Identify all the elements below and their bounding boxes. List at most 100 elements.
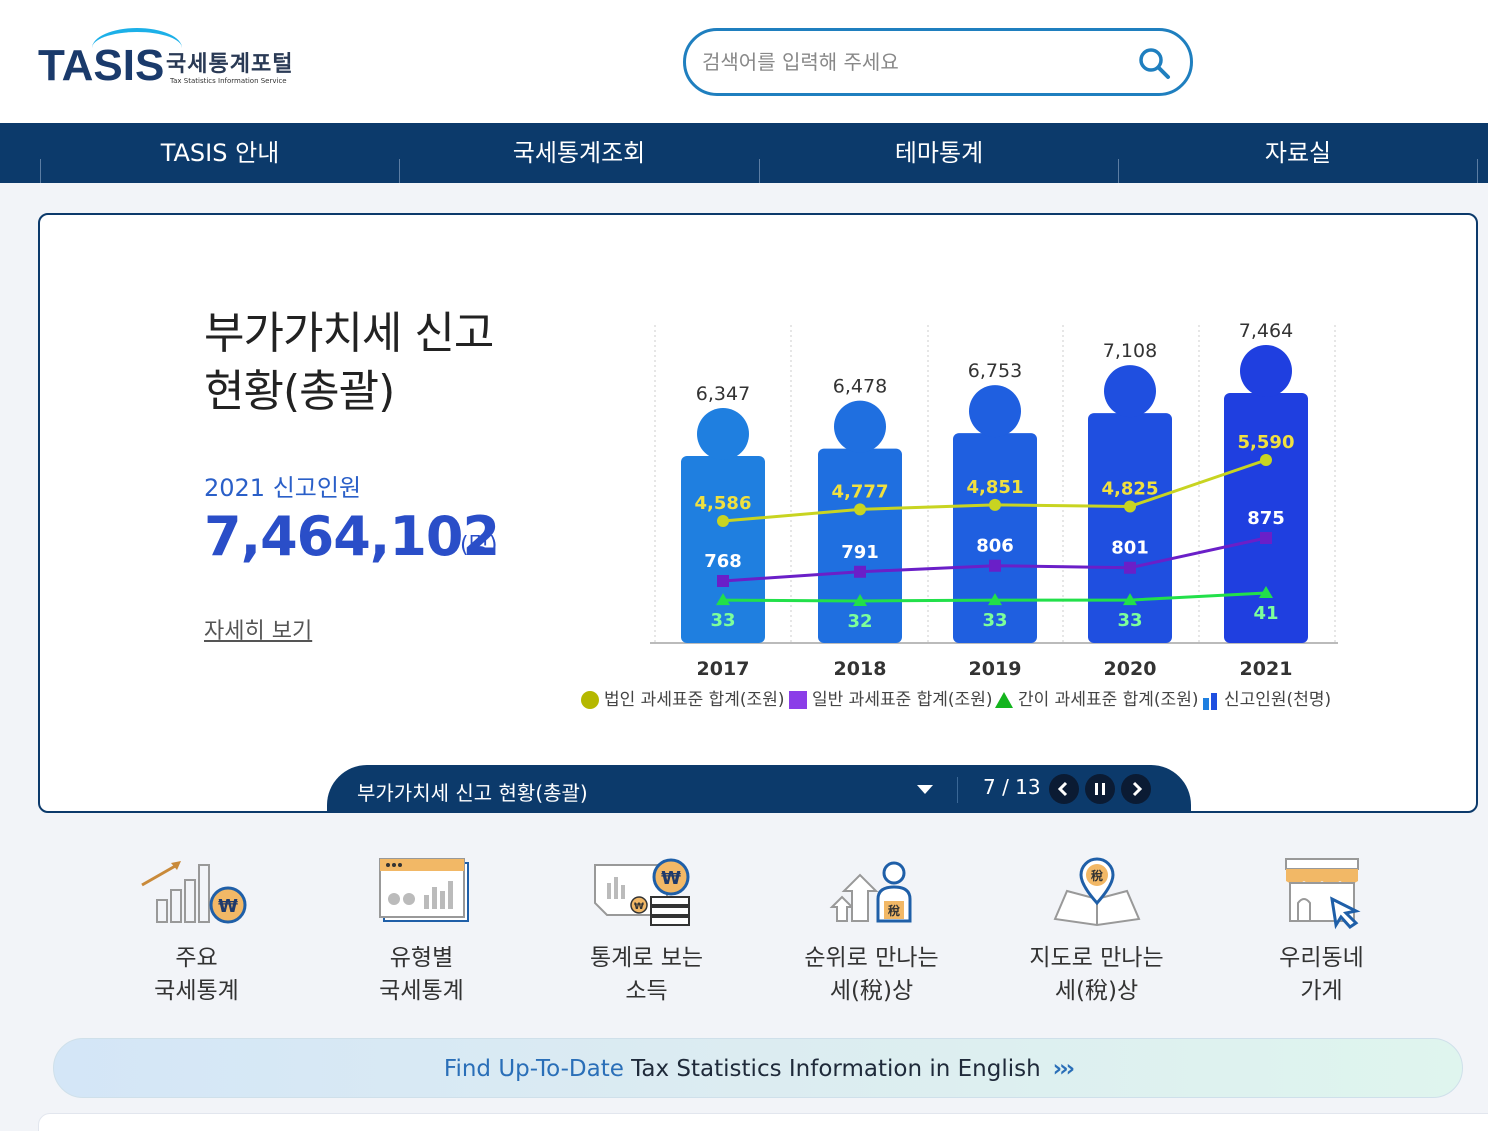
bar-head-2020 xyxy=(1104,365,1156,418)
slide-title[interactable]: 부가가치세 신고 현황(총괄) xyxy=(357,777,588,806)
data-label: 41 xyxy=(1253,603,1278,624)
search-box xyxy=(683,28,1193,96)
pause-icon xyxy=(1095,783,1105,795)
bar-head-2018 xyxy=(834,400,886,453)
english-info-link[interactable]: Find Up-To-Date Tax Statistics Informati… xyxy=(53,1038,1463,1098)
logo-kr-text: 국세통계포털 xyxy=(166,52,294,77)
nav-item-tasis-info[interactable]: TASIS 안내 xyxy=(40,123,400,183)
quick-item-label: 주요 국세통계 xyxy=(154,945,239,1004)
data-label: 33 xyxy=(1117,610,1142,631)
svg-text:₩: ₩ xyxy=(661,868,681,889)
slide-control-bar: 부가가치세 신고 현황(총괄) 7 / 13 xyxy=(327,765,1191,811)
data-label: 4,851 xyxy=(967,477,1024,498)
quick-item-label: 순위로 만나는 세(稅)상 xyxy=(804,945,939,1004)
map-pin-icon: 稅 xyxy=(1053,857,1140,927)
legend-label: 법인 과세표준 합계(조원) xyxy=(604,690,785,710)
quick-item-type-stats[interactable]: 유형별 국세통계 xyxy=(309,850,534,1020)
banner-title: 부가가치세 신고 현황(총괄) xyxy=(204,305,494,421)
legend-item-corp: 법인 과세표준 합계(조원) xyxy=(580,687,784,713)
main-nav: TASIS 안내 국세통계조회 테마통계 자료실 xyxy=(0,123,1488,183)
chevron-right-icon xyxy=(1132,781,1143,797)
data-label: 806 xyxy=(976,536,1014,557)
bottom-content-card xyxy=(38,1113,1488,1131)
bar-head-2017 xyxy=(697,408,749,460)
quick-item-label: 우리동네 가게 xyxy=(1279,945,1364,1004)
legend-circle-icon xyxy=(581,691,599,709)
legend-bar-icon xyxy=(1203,693,1217,710)
bar-2020 xyxy=(1088,413,1172,643)
bar-head-2021 xyxy=(1240,345,1292,397)
svg-text:₩: ₩ xyxy=(634,902,644,912)
x-tick-label: 2021 xyxy=(1240,658,1293,680)
next-slide-button[interactable] xyxy=(1121,774,1151,804)
point xyxy=(1124,500,1136,513)
logo-en-text: Tax Statistics Information Service xyxy=(170,77,287,85)
quick-item-map[interactable]: 稅 지도로 만나는 세(稅)상 xyxy=(984,850,1209,1020)
point xyxy=(989,559,1001,572)
x-tick-label: 2017 xyxy=(697,658,750,680)
header: TASIS 국세통계포털 Tax Statistics Information … xyxy=(0,0,1488,123)
legend-label: 신고인원(천명) xyxy=(1224,690,1332,710)
quick-item-major-stats[interactable]: ₩ 주요 국세통계 xyxy=(84,850,309,1020)
quick-item-label: 통계로 보는 소득 xyxy=(589,945,704,1004)
quick-item-local-store[interactable]: 우리동네 가게 xyxy=(1209,850,1434,1020)
quick-item-label: 유형별 국세통계 xyxy=(379,945,464,1004)
point xyxy=(854,503,866,516)
search-input[interactable] xyxy=(702,45,1122,79)
divider xyxy=(957,777,958,803)
dropdown-arrow-icon[interactable] xyxy=(917,785,933,794)
data-label: 4,825 xyxy=(1102,478,1159,499)
data-label: 791 xyxy=(841,542,879,563)
point xyxy=(717,575,729,587)
svg-text:₩: ₩ xyxy=(218,896,238,917)
svg-text:稅: 稅 xyxy=(1090,868,1102,883)
quick-item-income-stats[interactable]: ₩ ₩ 통계로 보는 소득 xyxy=(534,850,759,1020)
data-label: 801 xyxy=(1111,538,1149,559)
english-bar-text: Tax Statistics Information in English xyxy=(623,1056,1041,1082)
legend-label: 일반 과세표준 합계(조원) xyxy=(812,690,993,710)
store-icon xyxy=(1284,858,1361,930)
point xyxy=(1124,561,1136,574)
bar-value-label: 6,347 xyxy=(696,383,750,405)
nav-item-tax-statistics[interactable]: 국세통계조회 xyxy=(399,123,759,183)
chevron-left-icon xyxy=(1057,781,1068,797)
bar-value-label: 6,753 xyxy=(968,360,1022,382)
prev-slide-button[interactable] xyxy=(1049,774,1079,804)
legend-item-filers: 신고인원(천명) xyxy=(1202,687,1331,713)
quick-menu: ₩ 주요 국세통계 유형별 국세통계 ₩ ₩ 통계로 보는 소득 稅 순위로 만… xyxy=(84,850,1434,1020)
quick-item-ranking[interactable]: 稅 순위로 만나는 세(稅)상 xyxy=(759,850,984,1020)
income-report-icon: ₩ ₩ xyxy=(593,858,690,926)
banner-unit: (명) xyxy=(460,533,498,558)
data-label: 4,777 xyxy=(832,481,889,502)
svg-text:稅: 稅 xyxy=(887,903,899,918)
legend-item-general: 일반 과세표준 합계(조원) xyxy=(788,687,992,713)
main-banner: 부가가치세 신고 현황(총괄) 2021 신고인원 7,464,102 (명) … xyxy=(38,213,1478,813)
banner-title-line1: 부가가치세 신고 xyxy=(204,308,494,359)
pause-slide-button[interactable] xyxy=(1085,774,1115,804)
banner-value: 7,464,102 xyxy=(204,505,500,568)
data-label: 5,590 xyxy=(1238,432,1295,453)
dashboard-icon xyxy=(378,858,469,922)
search-icon[interactable] xyxy=(1136,45,1172,81)
point xyxy=(717,515,729,527)
nav-item-theme-statistics[interactable]: 테마통계 xyxy=(759,123,1119,183)
point xyxy=(989,498,1001,511)
growth-chart-icon: ₩ xyxy=(140,861,246,924)
data-label: 32 xyxy=(847,611,872,632)
bar-value-label: 7,464 xyxy=(1239,320,1293,342)
legend-triangle-icon xyxy=(995,692,1013,708)
legend-square-icon xyxy=(789,691,807,709)
logo-text: TASIS xyxy=(38,41,165,90)
quick-item-label: 지도로 만나는 세(稅)상 xyxy=(1029,945,1164,1004)
x-tick-label: 2020 xyxy=(1104,658,1157,680)
legend-item-simple: 간이 과세표준 합계(조원) xyxy=(994,687,1198,713)
data-label: 4,586 xyxy=(695,493,752,514)
more-link[interactable]: 자세히 보기 xyxy=(204,613,312,645)
x-tick-label: 2019 xyxy=(969,658,1022,680)
nav-separator xyxy=(1477,159,1478,183)
nav-item-resources[interactable]: 자료실 xyxy=(1118,123,1478,183)
data-label: 768 xyxy=(704,551,742,572)
point xyxy=(1260,532,1272,544)
slide-counter: 7 / 13 xyxy=(983,775,1041,799)
arrow-right-icon: ››› xyxy=(1052,1056,1076,1082)
